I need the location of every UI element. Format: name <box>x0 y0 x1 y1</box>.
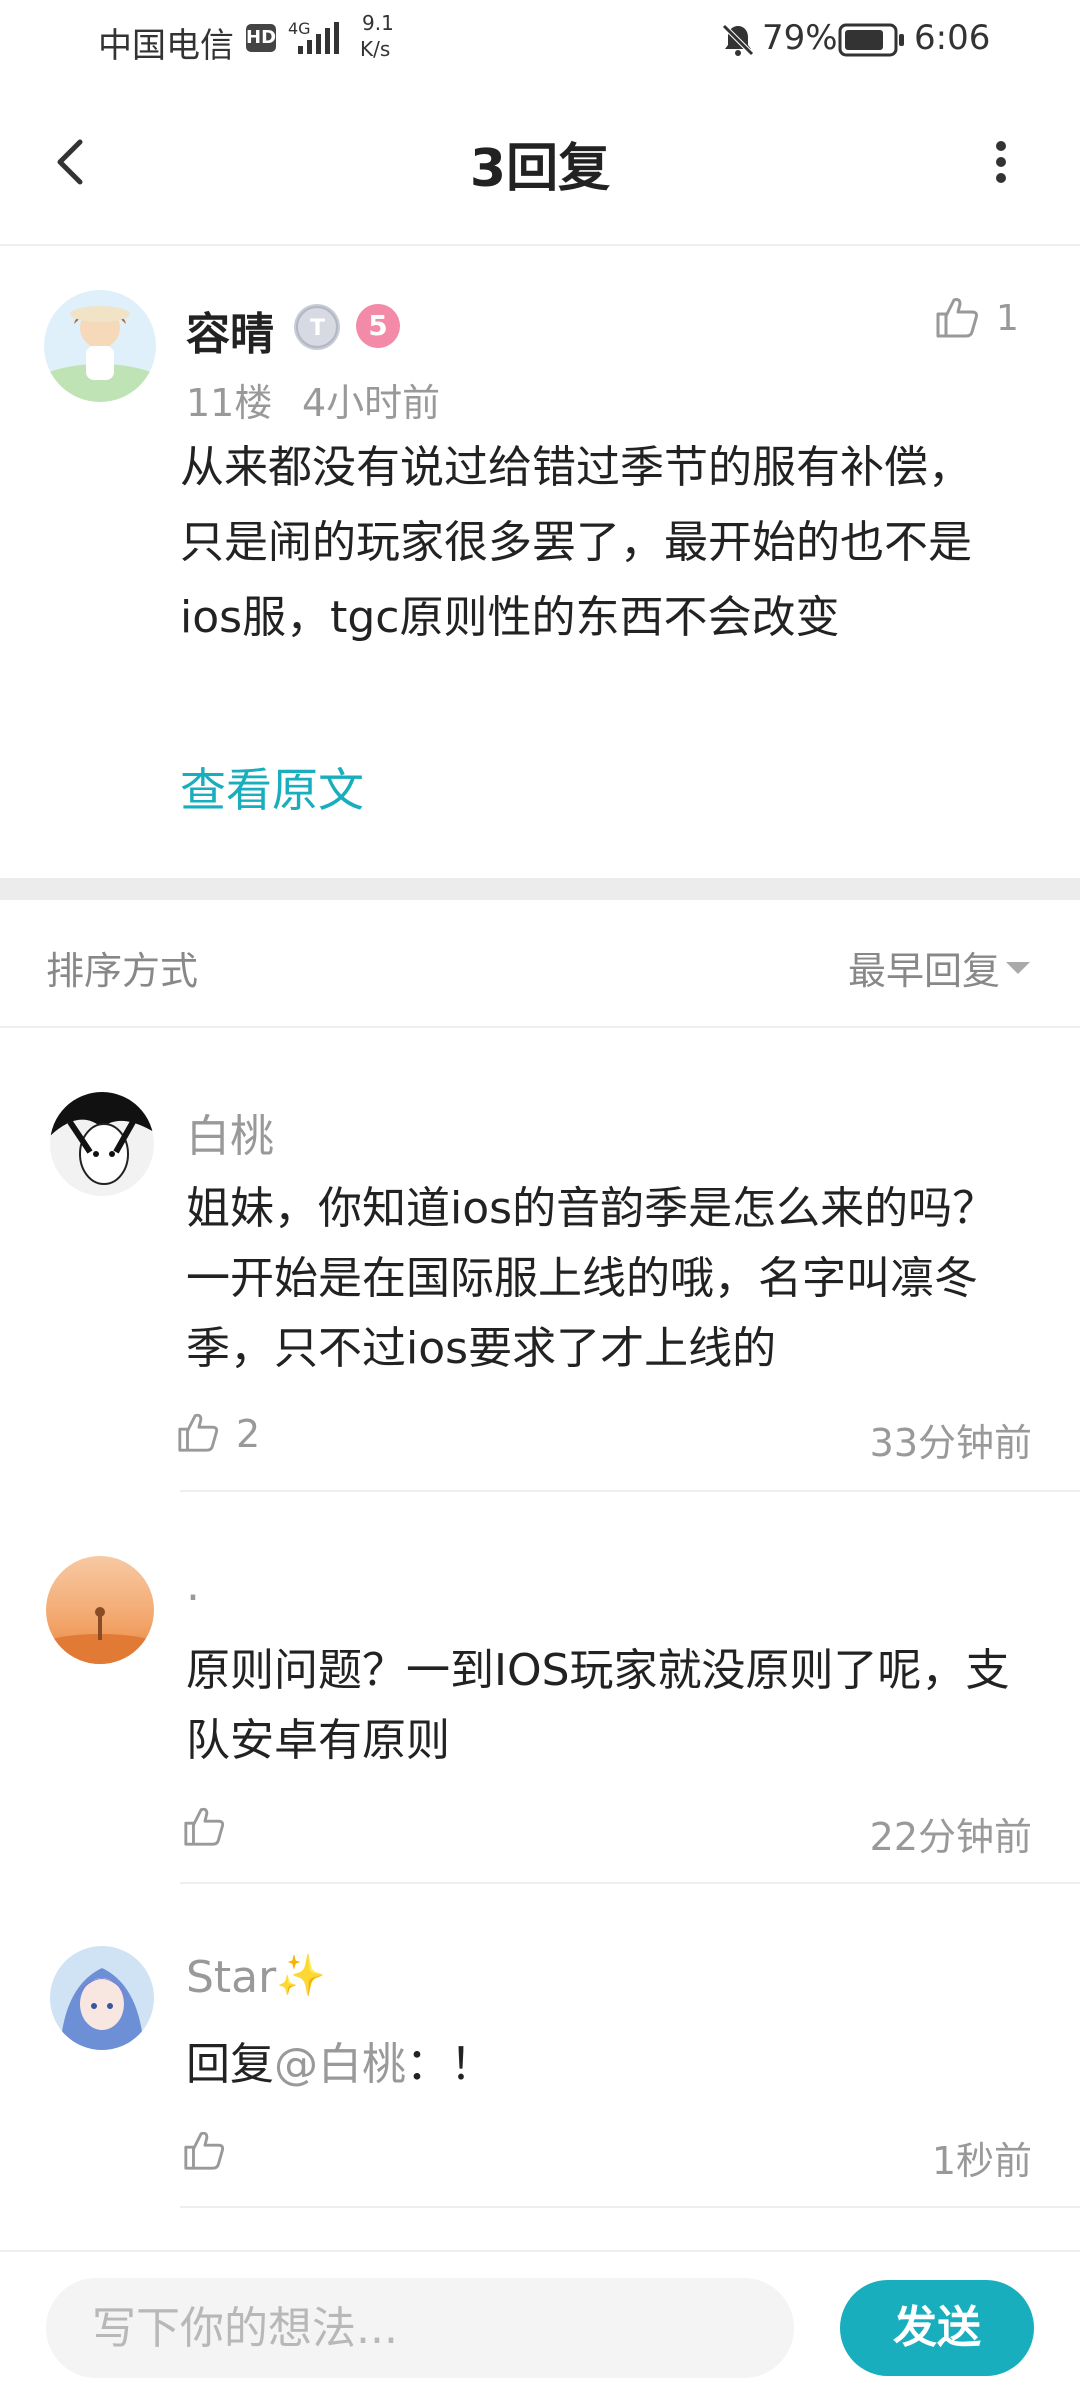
mention-link[interactable]: @白桃 <box>274 2039 406 2090</box>
level-badge: 5 <box>356 304 400 348</box>
reply-avatar[interactable] <box>50 1946 154 2050</box>
sparkles-emoji: ✨ <box>276 1953 326 1999</box>
mute-bell-icon <box>718 20 758 64</box>
reply-time: 33分钟前 <box>869 1421 1032 1465</box>
hd-badge: HD <box>246 24 276 52</box>
section-divider <box>0 878 1080 900</box>
send-button[interactable]: 发送 <box>840 2280 1034 2376</box>
speed-value: 9.1 <box>362 11 394 35</box>
reply-prefix: 回复 <box>186 2039 274 2090</box>
more-options-icon[interactable] <box>976 132 1026 192</box>
reply-author-name[interactable]: 白桃 <box>186 1100 274 1164</box>
author-name[interactable]: 容晴 <box>186 298 274 362</box>
reply-content: 原则问题？一到IOS玩家就没原则了呢，支队安卓有原则 <box>186 1645 1010 1766</box>
reply-author-name[interactable]: Star <box>186 1952 276 2003</box>
reply-divider <box>180 2206 1080 2208</box>
like-icon[interactable] <box>934 294 980 340</box>
status-bar: 中国电信 HD 4G 9.1 K/s 79% 6:06 <box>0 0 1080 80</box>
like-count: 1 <box>996 298 1019 339</box>
reply-content: 回复@白桃：！ <box>186 2030 1026 2100</box>
svg-text:T: T <box>310 316 325 341</box>
sort-divider <box>0 1026 1080 1028</box>
reply-like-icon[interactable] <box>176 1410 220 1458</box>
reply-time: 22分钟前 <box>869 1815 1032 1859</box>
reply-like-icon[interactable] <box>182 1804 226 1852</box>
reply-divider <box>180 1490 1080 1492</box>
reply-suffix: ：！ <box>406 2039 494 2090</box>
comment-input[interactable] <box>46 2278 794 2378</box>
clock: 6:06 <box>914 18 991 58</box>
battery-percent: 79% <box>762 18 838 58</box>
post-content: 从来都没有说过给错过季节的服有补偿，只是闹的玩家很多罢了，最开始的也不是ios服… <box>180 442 972 643</box>
sort-label: 排序方式 <box>46 949 199 993</box>
speed-unit: K/s <box>360 37 391 61</box>
reply-time: 1秒前 <box>931 2139 1032 2183</box>
floor-number: 11楼 <box>186 381 273 425</box>
reply-like-count: 2 <box>236 1412 261 1456</box>
view-original-link[interactable]: 查看原文 <box>180 754 364 820</box>
reply-avatar[interactable] <box>50 1092 154 1196</box>
post-time: 4小时前 <box>302 381 441 425</box>
reply-avatar[interactable] <box>46 1556 154 1664</box>
signal-icon <box>288 22 340 60</box>
comment-input-bar: 发送 <box>0 2250 1080 2402</box>
carrier-label: 中国电信 <box>98 26 234 66</box>
battery-icon <box>838 22 906 62</box>
reply-author-name[interactable]: . <box>186 1560 200 1611</box>
reply-like-icon[interactable] <box>182 2128 226 2176</box>
reply-content: 姐妹，你知道ios的音韵季是怎么来的吗？一开始是在国际服上线的哦，名字叫凛冬季，… <box>186 1183 997 1374</box>
sort-dropdown[interactable]: 最早回复 <box>848 940 1000 995</box>
title-badge-icon: T <box>294 304 340 350</box>
dropdown-arrow-icon[interactable] <box>1006 960 1030 980</box>
reply-divider <box>180 1882 1080 1884</box>
page-title: 3回复 <box>469 139 611 199</box>
top-nav-bar: 3回复 <box>0 80 1080 246</box>
author-avatar[interactable] <box>44 290 156 402</box>
